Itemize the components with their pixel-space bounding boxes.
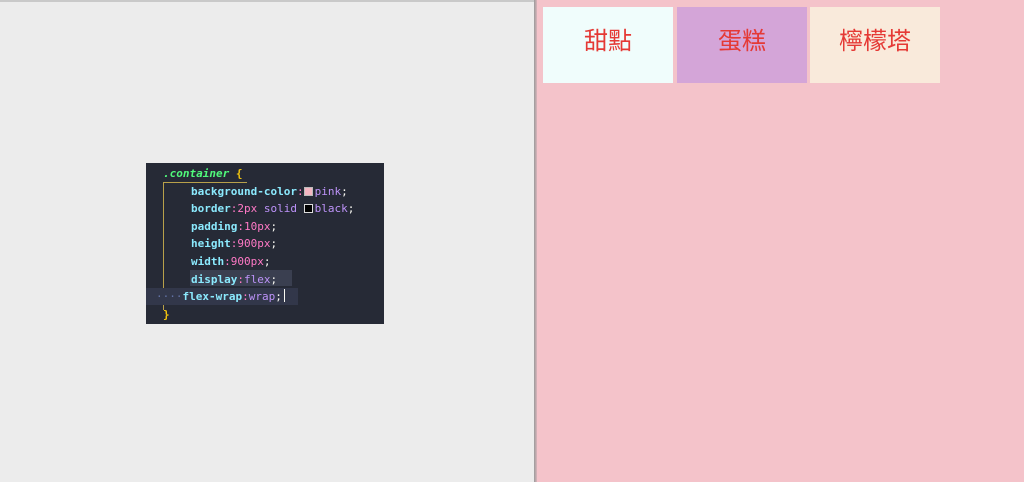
css-value-part: solid: [263, 202, 297, 216]
flex-item-cake: 蛋糕: [677, 7, 807, 83]
whitespace-dots: ····: [156, 290, 183, 304]
css-value: 10px: [243, 219, 271, 233]
flex-item-label: 甜點: [584, 26, 632, 55]
browser-preview-pane: 甜點 蛋糕 檸檬塔: [537, 0, 1024, 482]
code-line-flex-wrap[interactable]: ····flex-wrap:wrap;: [156, 288, 285, 306]
color-swatch-pink: [303, 186, 313, 196]
code-line-height: height:900px;: [191, 237, 278, 251]
css-property: background-color: [191, 184, 297, 198]
code-line-padding: padding:10px;: [191, 219, 278, 233]
css-property: border: [191, 202, 231, 216]
css-value: 900px: [230, 255, 264, 268]
open-brace: {: [235, 167, 243, 180]
code-line-selector: .container {: [163, 165, 242, 183]
code-line-width: width:900px;: [191, 255, 271, 268]
flex-item-label: 檸檬塔: [839, 26, 911, 55]
css-selector: .container: [163, 167, 230, 180]
css-value: 900px: [237, 237, 271, 251]
css-value-part: 2px: [237, 202, 258, 216]
code-line-border: border:2px solid black;: [191, 202, 355, 216]
color-swatch-black: [303, 204, 313, 214]
css-value: pink: [314, 184, 342, 198]
flex-item-dessert: 甜點: [543, 7, 673, 83]
code-line-display: display:flex;: [191, 272, 278, 286]
css-value: wrap: [248, 290, 276, 304]
code-line-background-color: background-color: pink;: [191, 184, 348, 198]
css-property: flex-wrap: [182, 290, 243, 304]
css-property: height: [191, 237, 231, 251]
css-property: width: [191, 255, 225, 268]
close-brace: }: [163, 307, 170, 321]
text-cursor: [283, 289, 285, 303]
editor-pane: .container { background-color: pink; bord…: [0, 0, 535, 482]
css-property: padding: [191, 219, 238, 233]
code-line-close: }: [163, 306, 170, 324]
css-value: black: [314, 202, 348, 216]
css-code-snippet: .container { background-color: pink; bord…: [146, 163, 384, 324]
css-property: display: [191, 272, 238, 286]
flex-item-lemon-tart: 檸檬塔: [810, 7, 940, 83]
css-value: flex: [243, 272, 271, 286]
flex-item-label: 蛋糕: [718, 26, 766, 55]
